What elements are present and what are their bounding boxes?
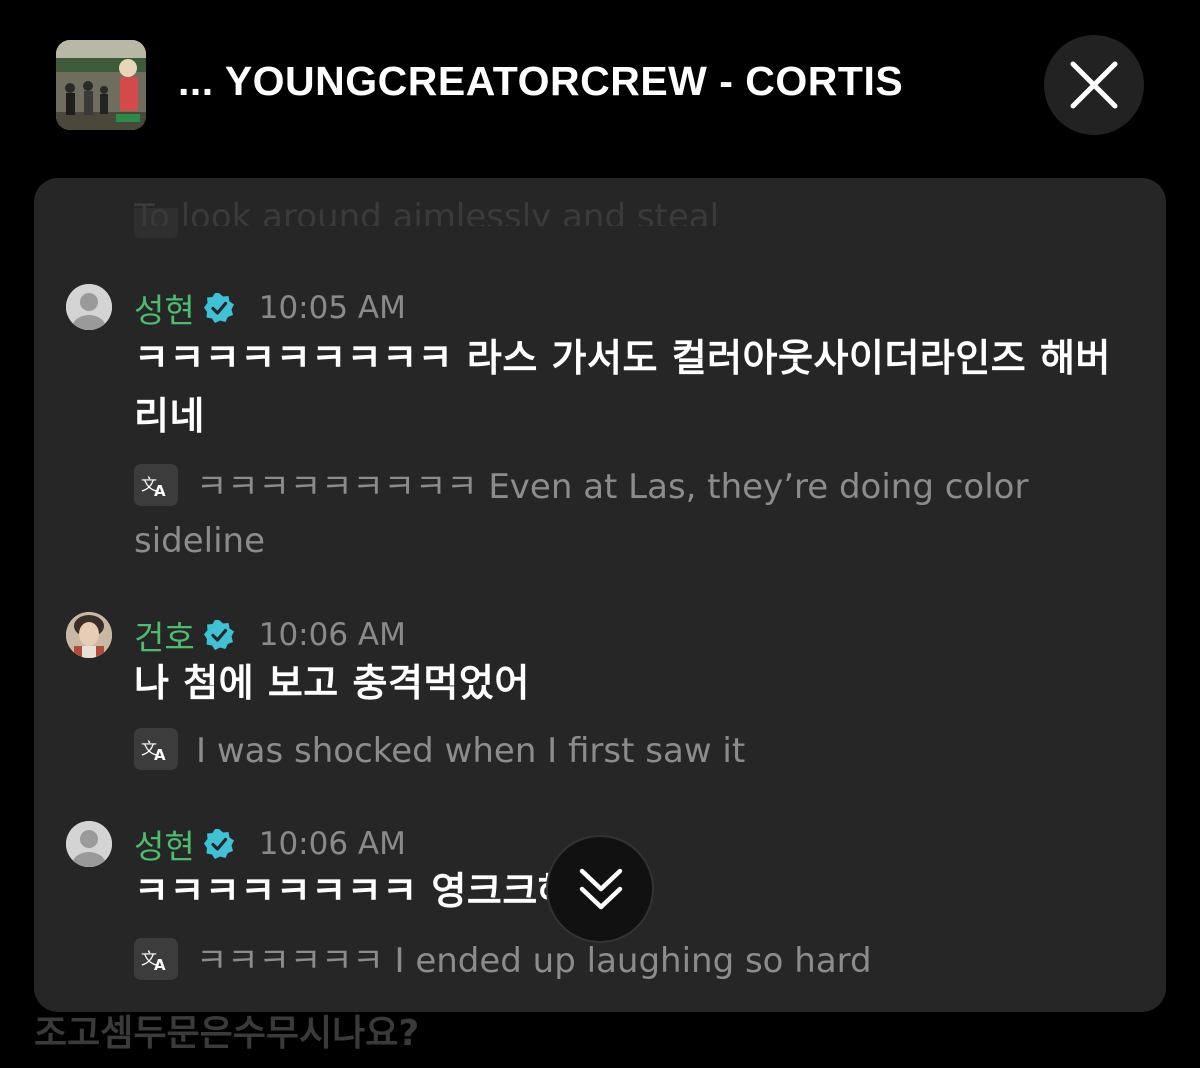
message-header: 건호 10:06 AM xyxy=(134,613,406,657)
background-text: 조고셈두문은수무시나요? xyxy=(34,1013,420,1054)
faded-translation: To look around aimlessly and steal xyxy=(134,197,720,237)
sender-name[interactable]: 성현 xyxy=(134,820,195,868)
timestamp: 10:05 AM xyxy=(258,290,406,326)
message-translation: 文A I was shocked when I first saw it xyxy=(134,724,1094,778)
message-translation: 文 A ㅋㅋㅋㅋㅋㅋㅋㅋㅋ Even at Las, they’re doing c… xyxy=(134,460,1094,568)
page-title: ... YOUNGCREATORCREW - CORTIS xyxy=(178,58,904,104)
scroll-to-bottom-button[interactable] xyxy=(546,835,654,943)
close-icon xyxy=(1070,61,1118,109)
svg-text:A: A xyxy=(154,482,166,500)
double-chevron-down-icon xyxy=(579,868,623,910)
translation-text: I was shocked when I first saw it xyxy=(196,731,746,771)
translation-text: ㅋㅋㅋㅋㅋㅋ I ended up laughing so hard xyxy=(196,941,872,981)
avatar[interactable] xyxy=(66,284,112,330)
translate-icon[interactable]: 文A xyxy=(134,727,178,770)
message-text: 나 첨에 보고 충격먹었어 xyxy=(134,661,530,705)
svg-text:A: A xyxy=(154,746,166,764)
message-translation: 文 A ㅋㅋㅋㅋㅋㅋ I ended up laughing so hard xyxy=(134,934,1094,988)
verified-badge-icon xyxy=(203,620,234,650)
timestamp: 10:06 AM xyxy=(258,617,406,653)
avatar[interactable] xyxy=(66,612,112,658)
message-header: 성현 10:06 AM xyxy=(134,822,406,866)
avatar[interactable] xyxy=(66,821,112,867)
translation-text: ㅋㅋㅋㅋㅋㅋㅋㅋㅋ Even at Las, they’re doing col… xyxy=(134,467,1029,561)
sender-name[interactable]: 건호 xyxy=(134,611,195,659)
sender-name[interactable]: 성현 xyxy=(134,284,195,332)
album-thumbnail[interactable] xyxy=(56,40,146,130)
translate-icon[interactable]: 文A xyxy=(134,937,178,980)
timestamp: 10:06 AM xyxy=(258,826,406,862)
verified-badge-icon xyxy=(203,293,234,323)
translate-icon[interactable]: 文A xyxy=(134,463,178,506)
header: ... YOUNGCREATORCREW - CORTIS xyxy=(0,0,1200,170)
svg-text:A: A xyxy=(154,956,166,974)
message-text: ㅋㅋㅋㅋㅋㅋㅋㅋㅋ 라스 가서도 컬러아웃사이더라인즈 해버리네 xyxy=(134,336,1111,438)
verified-badge-icon xyxy=(203,829,234,859)
message-header: 성현 10:05 AM xyxy=(134,286,406,330)
close-button[interactable] xyxy=(1044,35,1144,135)
